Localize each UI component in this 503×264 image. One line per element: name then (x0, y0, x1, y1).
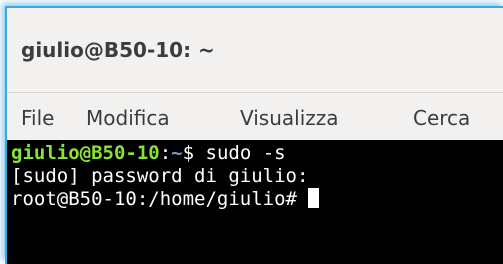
terminal-line-3: root@B50-10:/home/giulio# (11, 188, 503, 211)
terminal-line-2: [sudo] password di giulio: (11, 165, 309, 187)
terminal-output[interactable]: giulio@B50-10:~$ sudo -s [sudo] password… (7, 140, 503, 264)
window-title: giulio@B50-10: ~ (21, 38, 215, 62)
menu-item-visualizza[interactable]: Visualizza (240, 106, 339, 130)
menu-item-modifica[interactable]: Modifica (86, 106, 170, 130)
terminal-line-1: giulio@B50-10:~$ sudo -s (11, 142, 503, 165)
titlebar[interactable]: giulio@B50-10: ~ (7, 8, 503, 92)
prompt-dollar: $ (182, 142, 206, 164)
menu-item-cerca[interactable]: Cerca (413, 106, 470, 130)
prompt-path: ~ (171, 142, 183, 164)
screenshot-frame: giulio@B50-10: ~ File Modifica Visualizz… (0, 0, 503, 264)
prompt-colon: : (159, 142, 172, 164)
text-cursor (308, 188, 320, 208)
root-prompt: root@B50-10:/home/giulio# (11, 188, 309, 210)
terminal-window: giulio@B50-10: ~ File Modifica Visualizz… (5, 6, 503, 264)
menubar: File Modifica Visualizza Cerca (7, 92, 503, 141)
prompt-user-host: giulio@B50-10 (11, 142, 160, 164)
menu-item-file[interactable]: File (21, 106, 54, 130)
command-text: sudo -s (205, 142, 286, 164)
